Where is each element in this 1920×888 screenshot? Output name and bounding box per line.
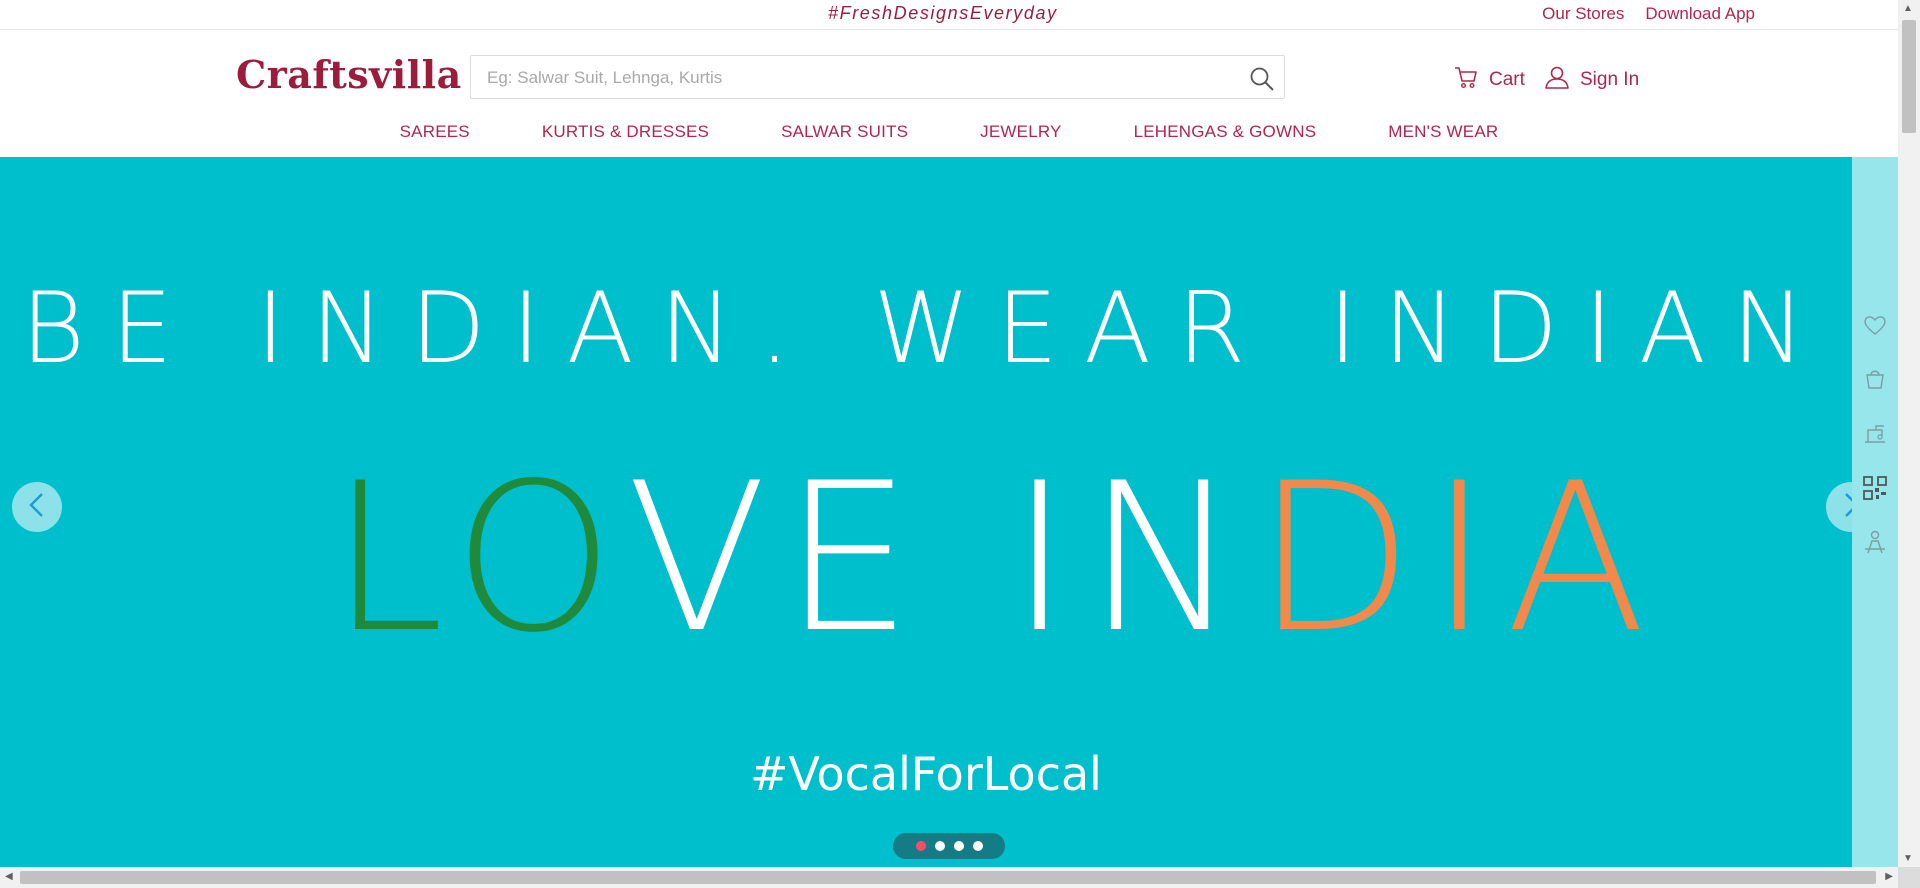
nav-sarees[interactable]: SAREES (400, 122, 470, 142)
cart-icon (1453, 64, 1479, 96)
cart-button[interactable]: Cart (1453, 64, 1525, 96)
hero-hashtag: #VocalForLocal (750, 747, 1102, 801)
top-strip: #FreshDesignsEveryday Our Stores Downloa… (0, 0, 1898, 30)
carousel-prev-button[interactable] (12, 482, 62, 532)
hero-love-india-green: LO (330, 440, 627, 678)
user-icon (1544, 64, 1570, 96)
craftsvilla-logo[interactable]: Craftsvilla (236, 52, 462, 97)
top-links: Our Stores Download App (1542, 4, 1755, 24)
scroll-left-arrow-icon[interactable]: ◀ (5, 871, 13, 882)
download-app-link[interactable]: Download App (1645, 4, 1755, 24)
hero-love-india-white: VE IN (626, 440, 1256, 678)
search-input[interactable] (485, 56, 1229, 100)
horizontal-scrollbar[interactable]: ◀ ▶ (0, 867, 1898, 888)
scroll-right-arrow-icon[interactable]: ▶ (1885, 871, 1893, 882)
our-stores-link[interactable]: Our Stores (1542, 4, 1624, 24)
qr-code-icon[interactable] (1862, 475, 1888, 501)
nav-mens-wear[interactable]: MEN'S WEAR (1388, 122, 1498, 142)
carousel-next-button[interactable] (1826, 482, 1852, 532)
sign-in-label: Sign In (1580, 69, 1640, 90)
carousel-dots (893, 833, 1005, 859)
carousel-dot[interactable] (953, 841, 964, 851)
nav-lehengas-gowns[interactable]: LEHENGAS & GOWNS (1134, 122, 1317, 142)
sewing-machine-icon[interactable] (1862, 420, 1888, 446)
carousel-dot[interactable] (972, 841, 983, 851)
category-nav: SAREES KURTIS & DRESSES SALWAR SUITS JEW… (0, 122, 1898, 142)
carousel-dot[interactable] (934, 841, 945, 851)
hero-love-india-orange: DIA (1255, 440, 1662, 678)
vertical-scrollbar[interactable]: ▲ ▼ (1898, 0, 1920, 867)
side-rail (1852, 157, 1898, 867)
search-icon[interactable] (1248, 65, 1276, 93)
nav-salwar-suits[interactable]: SALWAR SUITS (781, 122, 908, 142)
chevron-left-icon (27, 492, 47, 523)
scrollbar-corner (1898, 867, 1920, 888)
hero-headline: BE INDIAN. WEAR INDIAN (20, 272, 1832, 386)
cart-label: Cart (1489, 69, 1525, 90)
scroll-down-arrow-icon[interactable]: ▼ (1903, 853, 1913, 864)
horizontal-scroll-thumb[interactable] (20, 871, 1876, 884)
shopping-bag-icon[interactable] (1862, 365, 1888, 391)
heart-icon[interactable] (1862, 312, 1888, 338)
tagline: #FreshDesignsEveryday (828, 3, 1058, 23)
scroll-up-arrow-icon[interactable]: ▲ (1903, 3, 1913, 14)
carousel-dot[interactable] (915, 841, 926, 851)
search-box (470, 55, 1285, 100)
sign-in-button[interactable]: Sign In (1544, 64, 1639, 96)
nav-kurtis-dresses[interactable]: KURTIS & DRESSES (542, 122, 709, 142)
hero-banner[interactable]: BE INDIAN. WEAR INDIAN LOVE INDIA #Vocal… (0, 157, 1852, 867)
hero-love-india: LOVE INDIA (330, 457, 1662, 662)
vertical-scroll-thumb[interactable] (1902, 20, 1916, 133)
service-person-icon[interactable] (1862, 529, 1888, 555)
nav-jewelry[interactable]: JEWELRY (980, 122, 1061, 142)
site-header: Craftsvilla Cart Sign In (0, 30, 1898, 156)
chevron-right-icon (1841, 492, 1852, 523)
